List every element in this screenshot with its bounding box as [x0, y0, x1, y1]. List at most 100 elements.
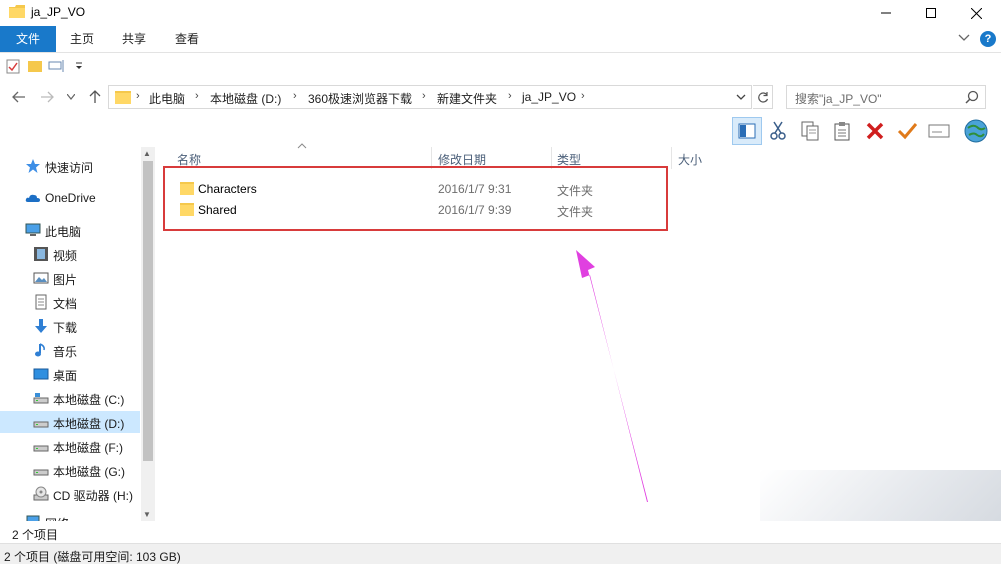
sidebar-item-label: 桌面: [53, 369, 78, 383]
tab-view[interactable]: 查看: [165, 26, 209, 52]
tab-home[interactable]: 主页: [60, 26, 104, 52]
back-arrow-icon[interactable]: [8, 88, 30, 106]
refresh-icon: [757, 92, 768, 103]
window-title: ja_JP_VO: [31, 5, 86, 19]
tab-share[interactable]: 共享: [112, 26, 156, 52]
minimize-button[interactable]: [863, 0, 909, 26]
drive-g-icon: [33, 469, 49, 476]
title-bar: ja_JP_VO: [0, 0, 1001, 26]
sidebar-item-network[interactable]: 网络: [0, 511, 140, 521]
sidebar-item-cd-drive[interactable]: CD 驱动器 (H:): [0, 483, 140, 505]
breadcrumb-separator[interactable]: ›: [508, 90, 512, 102]
sidebar-item-label: 图片: [53, 273, 78, 287]
breadcrumb-download-folder[interactable]: 360极速浏览器下载: [308, 90, 412, 107]
pictures-icon: [33, 272, 49, 284]
sidebar-item-drive-f[interactable]: 本地磁盘 (F:): [0, 435, 140, 457]
properties-icon[interactable]: [6, 59, 20, 74]
sidebar-item-label: 文档: [53, 297, 78, 311]
sidebar-item-label: 本地磁盘 (C:): [53, 393, 125, 407]
download-icon: [35, 319, 47, 333]
forward-arrow-icon[interactable]: [36, 88, 58, 106]
scroll-up-icon[interactable]: ▲: [143, 149, 151, 158]
music-icon: [35, 343, 45, 357]
search-icon[interactable]: [965, 90, 979, 104]
rename-icon[interactable]: [48, 59, 66, 73]
search-placeholder: 搜索"ja_JP_VO": [795, 92, 882, 106]
breadcrumb-drive-d[interactable]: 本地磁盘 (D:): [210, 90, 281, 107]
scroll-down-icon[interactable]: ▼: [143, 510, 151, 519]
breadcrumb-separator[interactable]: ›: [195, 90, 199, 102]
ribbon-tabs: 文件 主页 共享 查看 ?: [0, 26, 1001, 53]
tool-strip: [730, 117, 1001, 147]
customize-qat-icon[interactable]: [74, 59, 84, 73]
sidebar-item-label: OneDrive: [45, 191, 96, 205]
chevron-down-icon[interactable]: [958, 33, 970, 43]
sort-up-icon: [297, 143, 307, 149]
sidebar-item-pictures[interactable]: 图片: [0, 267, 140, 289]
delete-icon[interactable]: [860, 117, 890, 145]
item-count: 2 个项目: [12, 528, 59, 542]
sidebar-item-drive-c[interactable]: 本地磁盘 (C:): [0, 387, 140, 409]
sidebar-item-downloads[interactable]: 下载: [0, 315, 140, 337]
preview-pane-icon[interactable]: [732, 117, 762, 145]
checkmark-icon[interactable]: [892, 117, 922, 145]
status-bar: 2 个项目: [0, 521, 1001, 543]
navigation-bar: › 此电脑 › 本地磁盘 (D:) › 360极速浏览器下载 › 新建文件夹 ›…: [0, 82, 1001, 112]
new-folder-icon[interactable]: [28, 59, 42, 73]
cut-icon[interactable]: [763, 117, 793, 145]
drive-c-icon: [33, 393, 49, 404]
drive-d-icon: [33, 421, 49, 428]
address-bar[interactable]: › 此电脑 › 本地磁盘 (D:) › 360极速浏览器下载 › 新建文件夹 ›…: [108, 85, 752, 109]
sidebar-item-label: 音乐: [53, 345, 78, 359]
address-dropdown-icon[interactable]: [736, 94, 746, 101]
recent-locations-icon[interactable]: [64, 88, 78, 106]
sidebar-item-label: 下载: [53, 321, 78, 335]
breadcrumb-separator[interactable]: ›: [581, 90, 585, 102]
refresh-button[interactable]: [753, 85, 773, 109]
cloud-icon: [25, 194, 40, 202]
documents-icon: [35, 294, 47, 310]
sidebar-item-label: 视频: [53, 249, 78, 263]
video-icon: [34, 247, 48, 261]
scrollbar-thumb[interactable]: [143, 161, 153, 461]
help-icon[interactable]: ?: [980, 31, 996, 47]
breadcrumb-this-pc[interactable]: 此电脑: [149, 90, 185, 107]
disk-info: 2 个项目 (磁盘可用空间: 103 GB): [4, 550, 181, 564]
highlight-box: [163, 166, 668, 231]
sidebar-item-desktop[interactable]: 桌面: [0, 363, 140, 385]
breadcrumb-separator[interactable]: ›: [136, 90, 140, 102]
sidebar-item-label: 本地磁盘 (D:): [53, 417, 125, 431]
breadcrumb-current[interactable]: ja_JP_VO: [522, 90, 576, 104]
maximize-button[interactable]: [908, 0, 954, 26]
desktop-icon: [33, 368, 49, 380]
breadcrumb-new-folder[interactable]: 新建文件夹: [437, 90, 497, 107]
column-header-size[interactable]: 大小: [678, 151, 702, 168]
sidebar-item-label: 此电脑: [45, 225, 82, 239]
paste-icon[interactable]: [827, 117, 857, 145]
search-input[interactable]: 搜索"ja_JP_VO": [786, 85, 986, 109]
close-button[interactable]: [953, 0, 999, 26]
drive-f-icon: [33, 445, 49, 452]
rename-field-icon[interactable]: [924, 117, 954, 145]
sidebar-item-quick-access[interactable]: 快速访问: [0, 155, 140, 177]
tab-file[interactable]: 文件: [0, 26, 56, 52]
sidebar-scrollbar[interactable]: ▲ ▼: [141, 147, 155, 521]
breadcrumb-separator[interactable]: ›: [293, 90, 297, 102]
breadcrumb-separator[interactable]: ›: [422, 90, 426, 102]
quick-access-toolbar: [0, 54, 1001, 80]
star-icon: [26, 159, 40, 173]
up-arrow-icon[interactable]: [86, 88, 104, 106]
copy-icon[interactable]: [795, 117, 825, 145]
sidebar-item-drive-g[interactable]: 本地磁盘 (G:): [0, 459, 140, 481]
computer-icon: [25, 223, 41, 236]
sidebar-item-this-pc[interactable]: 此电脑: [0, 219, 140, 241]
sidebar-item-videos[interactable]: 视频: [0, 243, 140, 265]
folder-icon: [9, 5, 25, 18]
globe-icon[interactable]: [961, 117, 991, 145]
sidebar-item-documents[interactable]: 文档: [0, 291, 140, 313]
sidebar-item-music[interactable]: 音乐: [0, 339, 140, 361]
sidebar-item-label: 本地磁盘 (G:): [53, 465, 125, 479]
sidebar-item-onedrive[interactable]: OneDrive: [0, 187, 140, 209]
sidebar-item-drive-d[interactable]: 本地磁盘 (D:): [0, 411, 140, 433]
column-divider[interactable]: [671, 147, 672, 169]
